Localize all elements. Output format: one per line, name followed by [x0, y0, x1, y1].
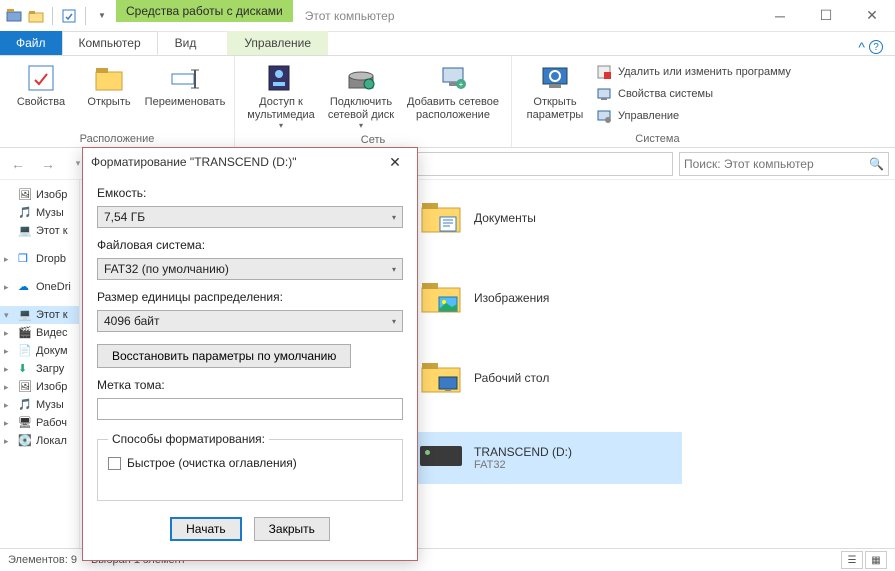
back-button[interactable]: ← — [6, 152, 30, 176]
svg-text:+: + — [459, 80, 464, 89]
uninstall-label: Удалить или изменить программу — [618, 66, 791, 78]
drive-sublabel: FAT32 — [474, 459, 572, 471]
capacity-select[interactable]: 7,54 ГБ▾ — [97, 206, 403, 228]
ribbon-group-location: Свойства Открыть Переименовать Расположе… — [0, 56, 235, 147]
nav-item[interactable]: 💻Этот к — [0, 222, 79, 240]
maximize-button[interactable]: ☐ — [803, 0, 849, 31]
close-dialog-button[interactable]: Закрыть — [254, 517, 330, 541]
drive-label: TRANSCEND (D:) — [474, 445, 572, 459]
drive-icon — [420, 446, 462, 466]
map-drive-label: Подключить сетевой диск — [323, 96, 399, 121]
qat-separator — [85, 7, 86, 25]
capacity-label: Емкость: — [97, 186, 403, 200]
manage-button[interactable]: Управление — [592, 106, 795, 126]
window-title: Этот компьютер — [293, 0, 757, 31]
open-settings-button[interactable]: Открыть параметры — [520, 60, 590, 123]
open-button[interactable]: Открыть — [76, 60, 142, 111]
nav-item[interactable]: ▸📄Докум — [0, 342, 79, 360]
folder-label: Рабочий стол — [474, 371, 549, 385]
folder-desktop[interactable]: Рабочий стол — [412, 352, 682, 404]
forward-button[interactable]: → — [36, 152, 60, 176]
app-icon — [6, 8, 22, 24]
search-icon[interactable]: 🔍 — [869, 157, 884, 171]
context-tab-disk-tools[interactable]: Средства работы с дисками — [116, 0, 293, 22]
checkbox-icon — [108, 457, 121, 470]
group-system-label: Система — [520, 131, 795, 145]
ribbon-tabs: Файл Компьютер Вид Управление ^ ? — [0, 32, 895, 56]
format-dialog: Форматирование "TRANSCEND (D:)" ✕ Емкост… — [82, 147, 418, 561]
status-count: Элементов: 9 — [8, 554, 77, 566]
add-netloc-label: Добавить сетевое расположение — [405, 96, 501, 121]
fs-label: Файловая система: — [97, 238, 403, 252]
ribbon-group-network: Доступ к мультимедиа ▾ Подключить сетево… — [235, 56, 512, 147]
fs-select[interactable]: FAT32 (по умолчанию)▾ — [97, 258, 403, 280]
volume-label: Метка тома: — [97, 378, 403, 392]
nav-item[interactable]: 🎵Музы — [0, 204, 79, 222]
manage-label: Управление — [618, 110, 679, 122]
open-label: Открыть — [87, 96, 130, 109]
folder-label: Документы — [474, 211, 536, 225]
nav-item[interactable]: ▸🖥Рабоч — [0, 414, 79, 432]
minimize-button[interactable]: ─ — [757, 0, 803, 31]
restore-defaults-button[interactable]: Восстановить параметры по умолчанию — [97, 344, 351, 368]
add-netloc-button[interactable]: + Добавить сетевое расположение — [403, 60, 503, 123]
folder-label: Изображения — [474, 291, 549, 305]
tab-view[interactable]: Вид — [158, 31, 214, 55]
quick-access-toolbar: ▼ — [0, 0, 116, 31]
nav-item[interactable]: 🖼Изобр — [0, 186, 79, 204]
ribbon-group-system: Открыть параметры Удалить или изменить п… — [512, 56, 803, 147]
alloc-select[interactable]: 4096 байт▾ — [97, 310, 403, 332]
group-location-label: Расположение — [8, 131, 226, 145]
tab-computer[interactable]: Компьютер — [62, 31, 158, 55]
tab-manage[interactable]: Управление — [227, 31, 328, 55]
rename-label: Переименовать — [145, 96, 226, 109]
qat-dropdown[interactable]: ▼ — [94, 8, 110, 24]
map-drive-button[interactable]: Подключить сетевой диск ▾ — [321, 60, 401, 132]
search-box[interactable]: 🔍 — [679, 152, 889, 176]
nav-item[interactable]: ▸❒Dropb — [0, 250, 79, 268]
nav-item[interactable]: ▸🖼Изобр — [0, 378, 79, 396]
uninstall-button[interactable]: Удалить или изменить программу — [592, 62, 795, 82]
nav-item[interactable]: ▸☁OneDri — [0, 278, 79, 296]
nav-item[interactable]: ▸💽Локал — [0, 432, 79, 450]
quick-format-checkbox[interactable]: Быстрое (очистка оглавления) — [108, 456, 392, 470]
folder-documents[interactable]: Документы — [412, 192, 682, 244]
volume-input[interactable] — [97, 398, 403, 420]
options-legend: Способы форматирования: — [108, 432, 269, 446]
properties-button[interactable]: Свойства — [8, 60, 74, 111]
sysprops-button[interactable]: Свойства системы — [592, 84, 795, 104]
media-access-button[interactable]: Доступ к мультимедиа ▾ — [243, 60, 319, 132]
drive-transcend[interactable]: TRANSCEND (D:) FAT32 — [412, 432, 682, 484]
view-large-button[interactable]: ▦ — [865, 551, 887, 569]
window-controls: ─ ☐ ✕ — [757, 0, 895, 31]
open-settings-label: Открыть параметры — [522, 96, 588, 121]
group-network-label: Сеть — [243, 132, 503, 146]
close-button[interactable]: ✕ — [849, 0, 895, 31]
alloc-label: Размер единицы распределения: — [97, 290, 403, 304]
nav-item[interactable]: ▸🎬Видес — [0, 324, 79, 342]
qat-separator — [52, 7, 53, 25]
view-details-button[interactable]: ☰ — [841, 551, 863, 569]
nav-item-this-pc[interactable]: ▾💻Этот к — [0, 306, 79, 324]
nav-item[interactable]: ▸🎵Музы — [0, 396, 79, 414]
ribbon-collapse[interactable]: ^ ? — [858, 39, 895, 55]
titlebar: ▼ Средства работы с дисками Этот компьют… — [0, 0, 895, 32]
folder-icon[interactable] — [28, 8, 44, 24]
dialog-title: Форматирование "TRANSCEND (D:)" — [91, 155, 296, 169]
search-input[interactable] — [684, 157, 869, 171]
folder-images[interactable]: Изображения — [412, 272, 682, 324]
dialog-titlebar[interactable]: Форматирование "TRANSCEND (D:)" ✕ — [83, 148, 417, 176]
dialog-close-button[interactable]: ✕ — [381, 154, 409, 171]
file-tab[interactable]: Файл — [0, 31, 62, 55]
format-options-group: Способы форматирования: Быстрое (очистка… — [97, 432, 403, 501]
nav-item[interactable]: ▸⬇Загру — [0, 360, 79, 378]
start-button[interactable]: Начать — [170, 517, 242, 541]
sysprops-label: Свойства системы — [618, 88, 713, 100]
properties-qat-icon[interactable] — [61, 8, 77, 24]
media-access-label: Доступ к мультимедиа — [245, 96, 317, 121]
ribbon: Свойства Открыть Переименовать Расположе… — [0, 56, 895, 148]
navigation-pane: 🖼Изобр 🎵Музы 💻Этот к ▸❒Dropb ▸☁OneDri ▾💻… — [0, 180, 80, 548]
rename-button[interactable]: Переименовать — [144, 60, 226, 111]
properties-label: Свойства — [17, 96, 65, 109]
